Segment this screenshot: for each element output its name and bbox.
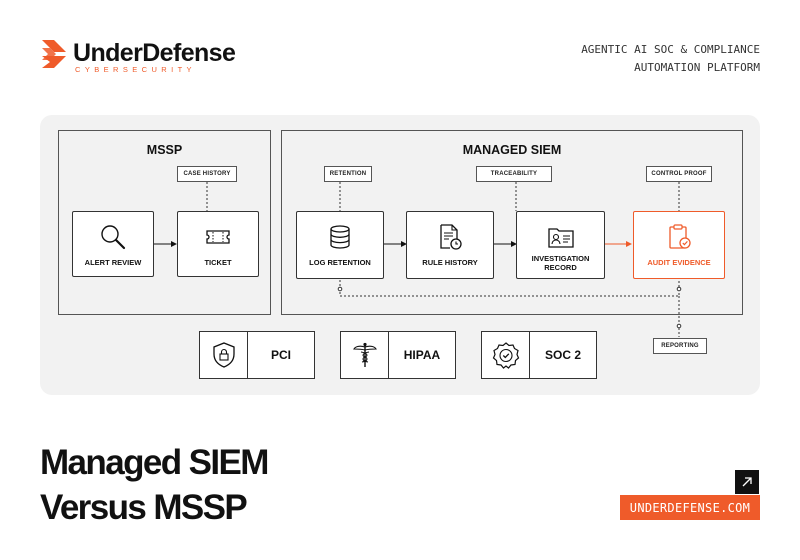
tag-case-history: CASE HISTORY — [177, 166, 237, 182]
external-link-button[interactable] — [735, 470, 759, 494]
compliance-hipaa: HIPAA — [340, 331, 456, 379]
ticket-icon — [206, 230, 230, 244]
brand-name: UnderDefense — [73, 39, 236, 67]
brand-logo: UnderDefense CYBERSECURITY — [40, 38, 240, 78]
tag-control-proof: CONTROL PROOF — [646, 166, 712, 182]
compliance-icon-cell — [341, 332, 389, 378]
tag-traceability: TRACEABILITY — [476, 166, 552, 182]
website-link[interactable]: UNDERDEFENSE.COM — [620, 495, 760, 520]
tagline-line: AUTOMATION PLATFORM — [634, 61, 760, 74]
tagline-line: AGENTIC AI SOC & COMPLIANCE — [581, 43, 760, 56]
tagline: AGENTIC AI SOC & COMPLIANCE AUTOMATION P… — [581, 41, 760, 77]
document-clock-icon — [440, 224, 462, 250]
node-alert-review: ALERT REVIEW — [72, 211, 154, 277]
tag-retention: RETENTION — [324, 166, 372, 182]
node-label: RULE HISTORY — [422, 258, 478, 267]
compliance-label: HIPAA — [403, 348, 441, 362]
database-icon — [330, 225, 350, 249]
compliance-icon-cell — [482, 332, 530, 378]
node-label: TICKET — [204, 258, 232, 267]
arrow-up-right-icon — [742, 477, 752, 487]
headline-line: Versus MSSP — [40, 488, 248, 527]
node-ticket: TICKET — [177, 211, 259, 277]
caduceus-icon — [352, 342, 377, 367]
node-investigation-record: INVESTIGATION RECORD — [516, 211, 605, 279]
compliance-icon-cell — [200, 332, 248, 378]
headline: Managed SIEM Versus MSSP — [40, 440, 269, 530]
compliance-pci: PCI — [199, 331, 315, 379]
tag-reporting: REPORTING — [653, 338, 707, 354]
magnifier-icon — [101, 225, 126, 250]
node-audit-evidence: AUDIT EVIDENCE — [633, 211, 725, 279]
node-label: LOG RETENTION — [309, 258, 371, 267]
headline-line: Managed SIEM — [40, 443, 269, 482]
diagram-panel: MSSP MANAGED SIEM CASE HISTORY RETENTION… — [40, 115, 760, 395]
compliance-label: SOC 2 — [544, 348, 581, 362]
node-label: AUDIT EVIDENCE — [647, 258, 711, 267]
badge-check-icon — [492, 342, 519, 369]
clipboard-check-icon — [669, 224, 691, 249]
node-label: ALERT REVIEW — [84, 258, 142, 267]
node-log-retention: LOG RETENTION — [296, 211, 384, 279]
shield-lock-icon — [212, 342, 235, 368]
compliance-soc2: SOC 2 — [481, 331, 597, 379]
folder-id-icon — [547, 228, 574, 248]
node-label: INVESTIGATION RECORD — [531, 254, 590, 272]
chevron-logo-icon — [42, 40, 66, 68]
connector-feedback — [339, 280, 680, 297]
compliance-label: PCI — [270, 348, 291, 362]
node-rule-history: RULE HISTORY — [406, 211, 494, 279]
brand-subtitle: CYBERSECURITY — [75, 65, 196, 74]
